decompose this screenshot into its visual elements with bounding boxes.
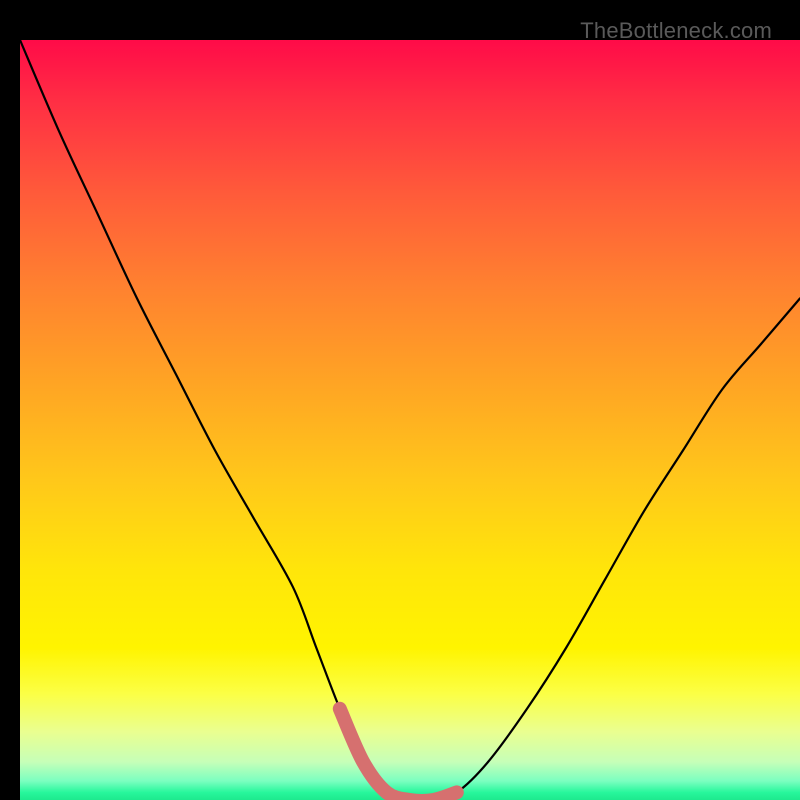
curve-layer [20,40,800,800]
bottleneck-curve [20,40,800,800]
watermark-text: TheBottleneck.com [580,18,772,44]
chart-frame: TheBottleneck.com [10,10,790,790]
plot-area [20,40,800,800]
flat-zone-highlight [340,709,457,800]
